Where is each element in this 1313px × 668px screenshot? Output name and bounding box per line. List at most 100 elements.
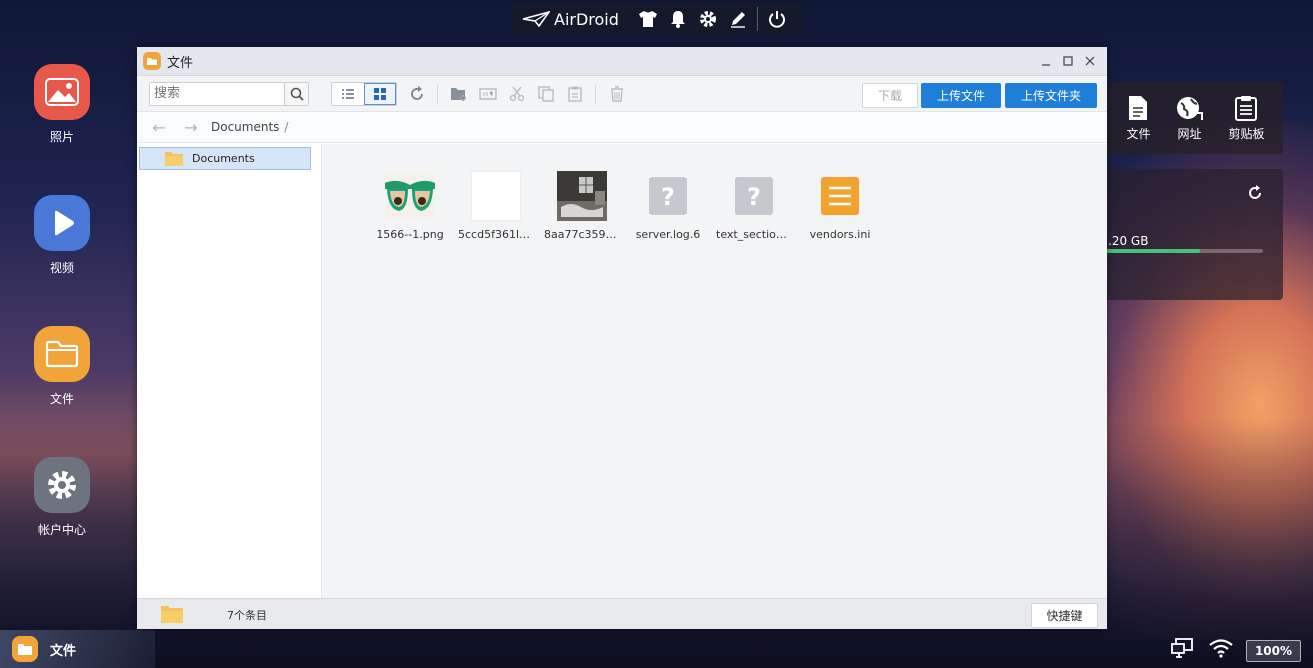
trash-icon: [611, 85, 623, 102]
cut-button[interactable]: [503, 80, 531, 108]
storage-size: .20 GB: [1108, 234, 1149, 248]
status-bar: 7个条目 快捷键: [137, 598, 1107, 629]
content-area: Documents 1566--1.png 5ccd5f361l1... 8aa…: [137, 144, 1107, 598]
file-grid: 1566--1.png 5ccd5f361l1... 8aa77c359v...…: [322, 144, 1107, 598]
image-thumbnail: [471, 171, 521, 221]
download-button[interactable]: 下载: [862, 83, 918, 108]
grid-view-button[interactable]: [364, 82, 396, 105]
copy-button[interactable]: [532, 80, 560, 108]
delete-button[interactable]: [603, 80, 631, 108]
tree-node-label: Documents: [192, 152, 255, 165]
breadcrumb-separator: /: [284, 120, 289, 134]
desktop-photos[interactable]: 照片: [27, 64, 97, 145]
new-folder-button[interactable]: [445, 80, 473, 108]
widget-files[interactable]: 文件: [1126, 95, 1151, 142]
topbar-divider: [756, 7, 758, 31]
widget-urls-label: 网址: [1177, 126, 1202, 141]
file-manager-window: 文件 下载 上传文件 上传文件夹 ← → D: [137, 47, 1107, 629]
forward-arrow-icon[interactable]: →: [179, 118, 203, 137]
storage-bar-fill: [1106, 249, 1201, 253]
pen-icon[interactable]: [723, 4, 753, 34]
shirt-icon[interactable]: [633, 4, 663, 34]
image-thumbnail: [557, 171, 607, 221]
clipboard-icon: [1235, 95, 1258, 121]
desktop-files-label: 文件: [49, 392, 74, 406]
power-icon[interactable]: [762, 4, 792, 34]
tree-node-documents[interactable]: Documents: [139, 147, 311, 170]
toolbar-divider: [437, 83, 438, 104]
scissors-icon: [509, 86, 525, 101]
close-icon[interactable]: [1081, 52, 1099, 70]
storage-bar: [1106, 249, 1263, 253]
quick-access-widget: 文件 网址 剪贴板: [1106, 82, 1283, 154]
refresh-icon: [411, 85, 423, 100]
back-arrow-icon[interactable]: ←: [147, 118, 171, 137]
battery-indicator: 100%: [1246, 640, 1301, 662]
list-icon: [342, 88, 354, 99]
widget-urls[interactable]: 网址: [1175, 95, 1204, 142]
upload-file-button[interactable]: 上传文件: [921, 83, 1001, 108]
desktop-videos[interactable]: 视频: [27, 195, 97, 276]
minimize-icon[interactable]: [1037, 52, 1055, 70]
screen-mirror-icon[interactable]: [1171, 638, 1193, 658]
file-name: text_section...: [716, 228, 792, 241]
window-titlebar[interactable]: 文件: [137, 47, 1107, 76]
widget-files-label: 文件: [1126, 126, 1151, 141]
search-input[interactable]: [150, 82, 284, 105]
file-item[interactable]: vendors.ini: [802, 171, 878, 241]
file-name: 8aa77c359v...: [544, 228, 620, 241]
svg-text:?: ?: [661, 183, 675, 211]
file-name: 1566--1.png: [376, 228, 444, 241]
file-item[interactable]: 1566--1.png: [372, 171, 448, 241]
desktop-account-label: 帐户中心: [37, 523, 86, 537]
folder-tree: Documents: [137, 144, 322, 598]
file-item[interactable]: ? text_section...: [716, 171, 792, 241]
search-box: [149, 81, 309, 106]
maximize-icon[interactable]: [1059, 52, 1077, 70]
list-view-button[interactable]: [332, 82, 364, 105]
bell-icon[interactable]: [663, 4, 693, 34]
file-item[interactable]: 8aa77c359v...: [544, 171, 620, 241]
file-name: 5ccd5f361l1...: [458, 228, 534, 241]
folder-icon: [161, 606, 183, 623]
file-name: vendors.ini: [809, 228, 871, 241]
file-item[interactable]: ? server.log.6: [630, 171, 706, 241]
gear-icon: [34, 457, 90, 513]
play-icon: [34, 195, 90, 251]
new-folder-icon: [451, 87, 466, 101]
desktop-photos-label: 照片: [49, 130, 74, 144]
refresh-icon[interactable]: [1247, 185, 1263, 201]
view-toggle: [331, 81, 397, 106]
airdroid-logo[interactable]: AirDroid: [522, 10, 619, 29]
folder-icon: [165, 152, 183, 166]
desktop-videos-label: 视频: [49, 261, 74, 275]
search-button[interactable]: [284, 82, 308, 105]
paste-icon: [568, 86, 582, 102]
breadcrumb: ← → Documents /: [137, 112, 1107, 143]
gear-icon[interactable]: [693, 4, 723, 34]
unknown-file-icon: ?: [729, 171, 779, 221]
refresh-button[interactable]: [403, 80, 431, 108]
document-icon: [1129, 95, 1148, 120]
folder-icon: [12, 636, 38, 662]
taskbar-files-item[interactable]: 文件: [0, 630, 155, 668]
folder-icon: [34, 326, 90, 382]
wifi-icon[interactable]: [1208, 638, 1234, 658]
toolbar: 下载 上传文件 上传文件夹: [137, 76, 1107, 112]
widget-clipboard[interactable]: 剪贴板: [1228, 95, 1264, 142]
search-icon: [290, 87, 304, 101]
breadcrumb-documents[interactable]: Documents: [211, 120, 279, 134]
rename-button[interactable]: [474, 80, 502, 108]
brand-name: AirDroid: [554, 9, 619, 29]
shortcut-button[interactable]: 快捷键: [1031, 603, 1098, 628]
upload-folder-button[interactable]: 上传文件夹: [1005, 83, 1097, 108]
folder-icon: [143, 52, 161, 70]
desktop-files[interactable]: 文件: [27, 326, 97, 407]
desktop-account-center[interactable]: 帐户中心: [27, 457, 97, 538]
toolbar-divider: [595, 83, 596, 104]
file-item[interactable]: 5ccd5f361l1...: [458, 171, 534, 241]
item-count: 7个条目: [227, 609, 267, 622]
unknown-file-icon: ?: [643, 171, 693, 221]
paste-button[interactable]: [561, 80, 589, 108]
window-title: 文件: [167, 55, 194, 71]
